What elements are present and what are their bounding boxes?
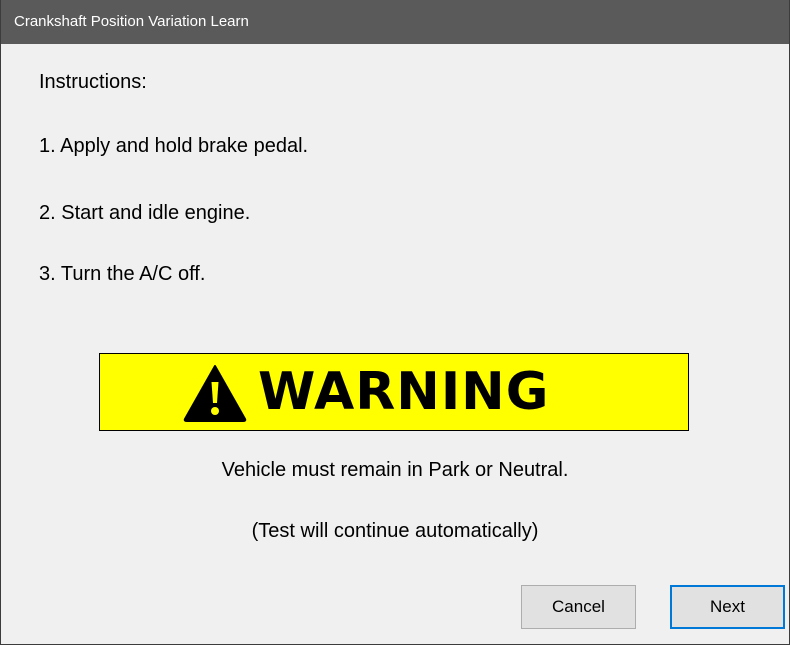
- next-button[interactable]: Next: [670, 585, 785, 629]
- warning-banner: WARNING: [99, 353, 689, 431]
- warning-label: WARNING: [258, 362, 550, 422]
- dialog-window: Crankshaft Position Variation Learn Inst…: [0, 0, 790, 645]
- instruction-step-3: 3. Turn the A/C off.: [39, 263, 206, 285]
- instruction-step-1: 1. Apply and hold brake pedal.: [39, 135, 309, 157]
- instructions-heading: Instructions:: [39, 71, 147, 93]
- cancel-button[interactable]: Cancel: [521, 585, 636, 629]
- warning-triangle-icon: [183, 365, 247, 422]
- auto-continue-note: (Test will continue automatically): [251, 520, 539, 542]
- title-bar: Crankshaft Position Variation Learn: [1, 0, 789, 44]
- instruction-step-2: 2. Start and idle engine.: [39, 202, 251, 224]
- warning-message: Vehicle must remain in Park or Neutral.: [221, 459, 569, 481]
- window-title: Crankshaft Position Variation Learn: [14, 13, 249, 30]
